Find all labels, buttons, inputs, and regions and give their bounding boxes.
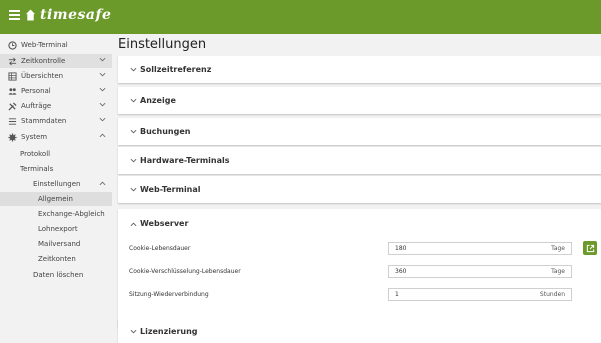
sitzung-wiederverbindung-field[interactable]: 1 Stunden xyxy=(388,288,572,301)
hamburger-menu-icon[interactable] xyxy=(9,10,20,20)
sidebar-item-terminals[interactable]: Terminals xyxy=(0,162,112,176)
field-label: Sitzung-Wiederverbindung xyxy=(129,291,209,298)
section-hardware-terminals[interactable]: Hardware-Terminals xyxy=(118,147,601,174)
field-unit: Stunden xyxy=(539,291,565,298)
sidebar-subitem-label: Daten löschen xyxy=(33,271,84,279)
home-icon[interactable] xyxy=(25,8,36,22)
sidebar-item-protokoll[interactable]: Protokoll xyxy=(0,147,112,161)
chevron-down-icon xyxy=(130,329,137,333)
sidebar-item-web-terminal[interactable]: Web-Terminal xyxy=(0,38,112,52)
chevron-down-icon xyxy=(99,117,106,122)
section-title: Lizenzierung xyxy=(140,326,198,336)
sidebar-subitem-label: Protokoll xyxy=(20,150,51,158)
field-value: 1 xyxy=(395,291,399,298)
section-title: Buchungen xyxy=(140,127,191,136)
chevron-down-icon xyxy=(99,102,106,107)
section-title: Sollzeitreferenz xyxy=(140,65,212,74)
open-external-button[interactable] xyxy=(583,241,597,255)
sidebar-item-einstellungen[interactable]: Einstellungen xyxy=(0,177,112,191)
sidebar-item-label: Übersichten xyxy=(21,72,64,80)
sidebar-subitem-label: Terminals xyxy=(20,165,54,173)
cookie-lebensdauer-field[interactable]: 180 Tage xyxy=(388,242,572,255)
field-unit: Tage xyxy=(551,268,565,275)
chevron-up-icon xyxy=(130,222,137,227)
chevron-down-icon xyxy=(130,98,137,103)
sidebar-item-stammdaten[interactable]: Stammdaten xyxy=(0,114,112,128)
main-content: Einstellungen Sollzeitreferenz Anzeige B… xyxy=(112,34,601,343)
chevron-down-icon xyxy=(99,72,106,77)
page-title: Einstellungen xyxy=(118,37,207,52)
chevron-down-icon xyxy=(99,57,106,62)
people-icon xyxy=(8,87,17,96)
chevron-down-icon xyxy=(99,87,106,92)
sidebar-subitem-label: Zeitkonten xyxy=(38,255,76,263)
sidebar-item-exchange-abgleich[interactable]: Exchange-Abgleich xyxy=(0,207,112,221)
field-unit: Tage xyxy=(551,245,565,252)
section-lizenzierung[interactable]: Lizenzierung xyxy=(118,319,601,343)
app-brand: timesafe xyxy=(40,7,112,23)
section-title: Anzeige xyxy=(140,96,176,105)
field-value: 360 xyxy=(395,268,407,275)
chevron-up-icon xyxy=(99,133,106,138)
chevron-down-icon xyxy=(130,67,137,72)
swap-icon xyxy=(8,57,17,66)
sidebar-item-uebersichten[interactable]: Übersichten xyxy=(0,69,112,83)
tools-icon xyxy=(8,101,17,111)
sidebar-item-label: Stammdaten xyxy=(21,117,67,125)
chevron-down-icon xyxy=(130,158,137,163)
chevron-down-icon xyxy=(130,129,137,134)
sidebar-item-zeitkonten[interactable]: Zeitkonten xyxy=(0,252,112,266)
sidebar-item-label: Personal xyxy=(21,87,51,95)
section-header[interactable]: Webserver xyxy=(118,209,601,239)
chevron-down-icon xyxy=(130,187,137,192)
sidebar-item-system[interactable]: System xyxy=(0,130,112,144)
section-sollzeitreferenz[interactable]: Sollzeitreferenz xyxy=(118,56,601,83)
section-anzeige[interactable]: Anzeige xyxy=(118,87,601,114)
sidebar-item-daten-loeschen[interactable]: Daten löschen xyxy=(0,268,112,282)
clock-icon xyxy=(8,40,17,50)
sidebar-subitem-label: Allgemein xyxy=(38,195,73,203)
sidebar-item-lohnexport[interactable]: Lohnexport xyxy=(0,222,112,236)
field-value: 180 xyxy=(395,245,407,252)
top-bar: timesafe xyxy=(0,0,601,34)
sidebar-item-mailversand[interactable]: Mailversand xyxy=(0,237,112,251)
field-label: Cookie-Lebensdauer xyxy=(129,245,191,252)
sidebar-item-allgemein[interactable]: Allgemein xyxy=(0,192,112,206)
section-title: Webserver xyxy=(140,219,189,228)
list-icon xyxy=(8,117,17,126)
cookie-verschluesselung-lebensdauer-field[interactable]: 360 Tage xyxy=(388,265,572,278)
field-label: Cookie-Verschlüsselung-Lebensdauer xyxy=(129,268,241,275)
sidebar-subitem-label: Exchange-Abgleich xyxy=(38,210,105,218)
gear-icon xyxy=(8,132,17,142)
sidebar-subitem-label: Mailversand xyxy=(38,240,81,248)
sidebar-subitem-label: Lohnexport xyxy=(38,225,78,233)
sidebar: Web-Terminal Zeitkontrolle Übersichten P… xyxy=(0,34,112,339)
sidebar-item-label: Web-Terminal xyxy=(21,41,68,49)
external-link-icon xyxy=(586,244,594,252)
section-web-terminal[interactable]: Web-Terminal xyxy=(118,176,601,203)
section-webserver: Webserver Cookie-Lebensdauer 180 Tage Co… xyxy=(118,209,601,328)
sidebar-subitem-label: Einstellungen xyxy=(33,180,81,188)
sidebar-item-label: Zeitkontrolle xyxy=(21,57,66,65)
chevron-up-icon xyxy=(99,181,106,186)
sidebar-item-label: Aufträge xyxy=(21,102,52,110)
sidebar-item-personal[interactable]: Personal xyxy=(0,84,112,98)
sidebar-item-auftraege[interactable]: Aufträge xyxy=(0,99,112,113)
section-title: Hardware-Terminals xyxy=(140,156,230,165)
sidebar-item-label: System xyxy=(21,133,48,141)
sidebar-item-zeitkontrolle[interactable]: Zeitkontrolle xyxy=(0,54,112,68)
table-icon xyxy=(8,71,17,81)
section-title: Web-Terminal xyxy=(140,185,201,194)
section-buchungen[interactable]: Buchungen xyxy=(118,118,601,145)
